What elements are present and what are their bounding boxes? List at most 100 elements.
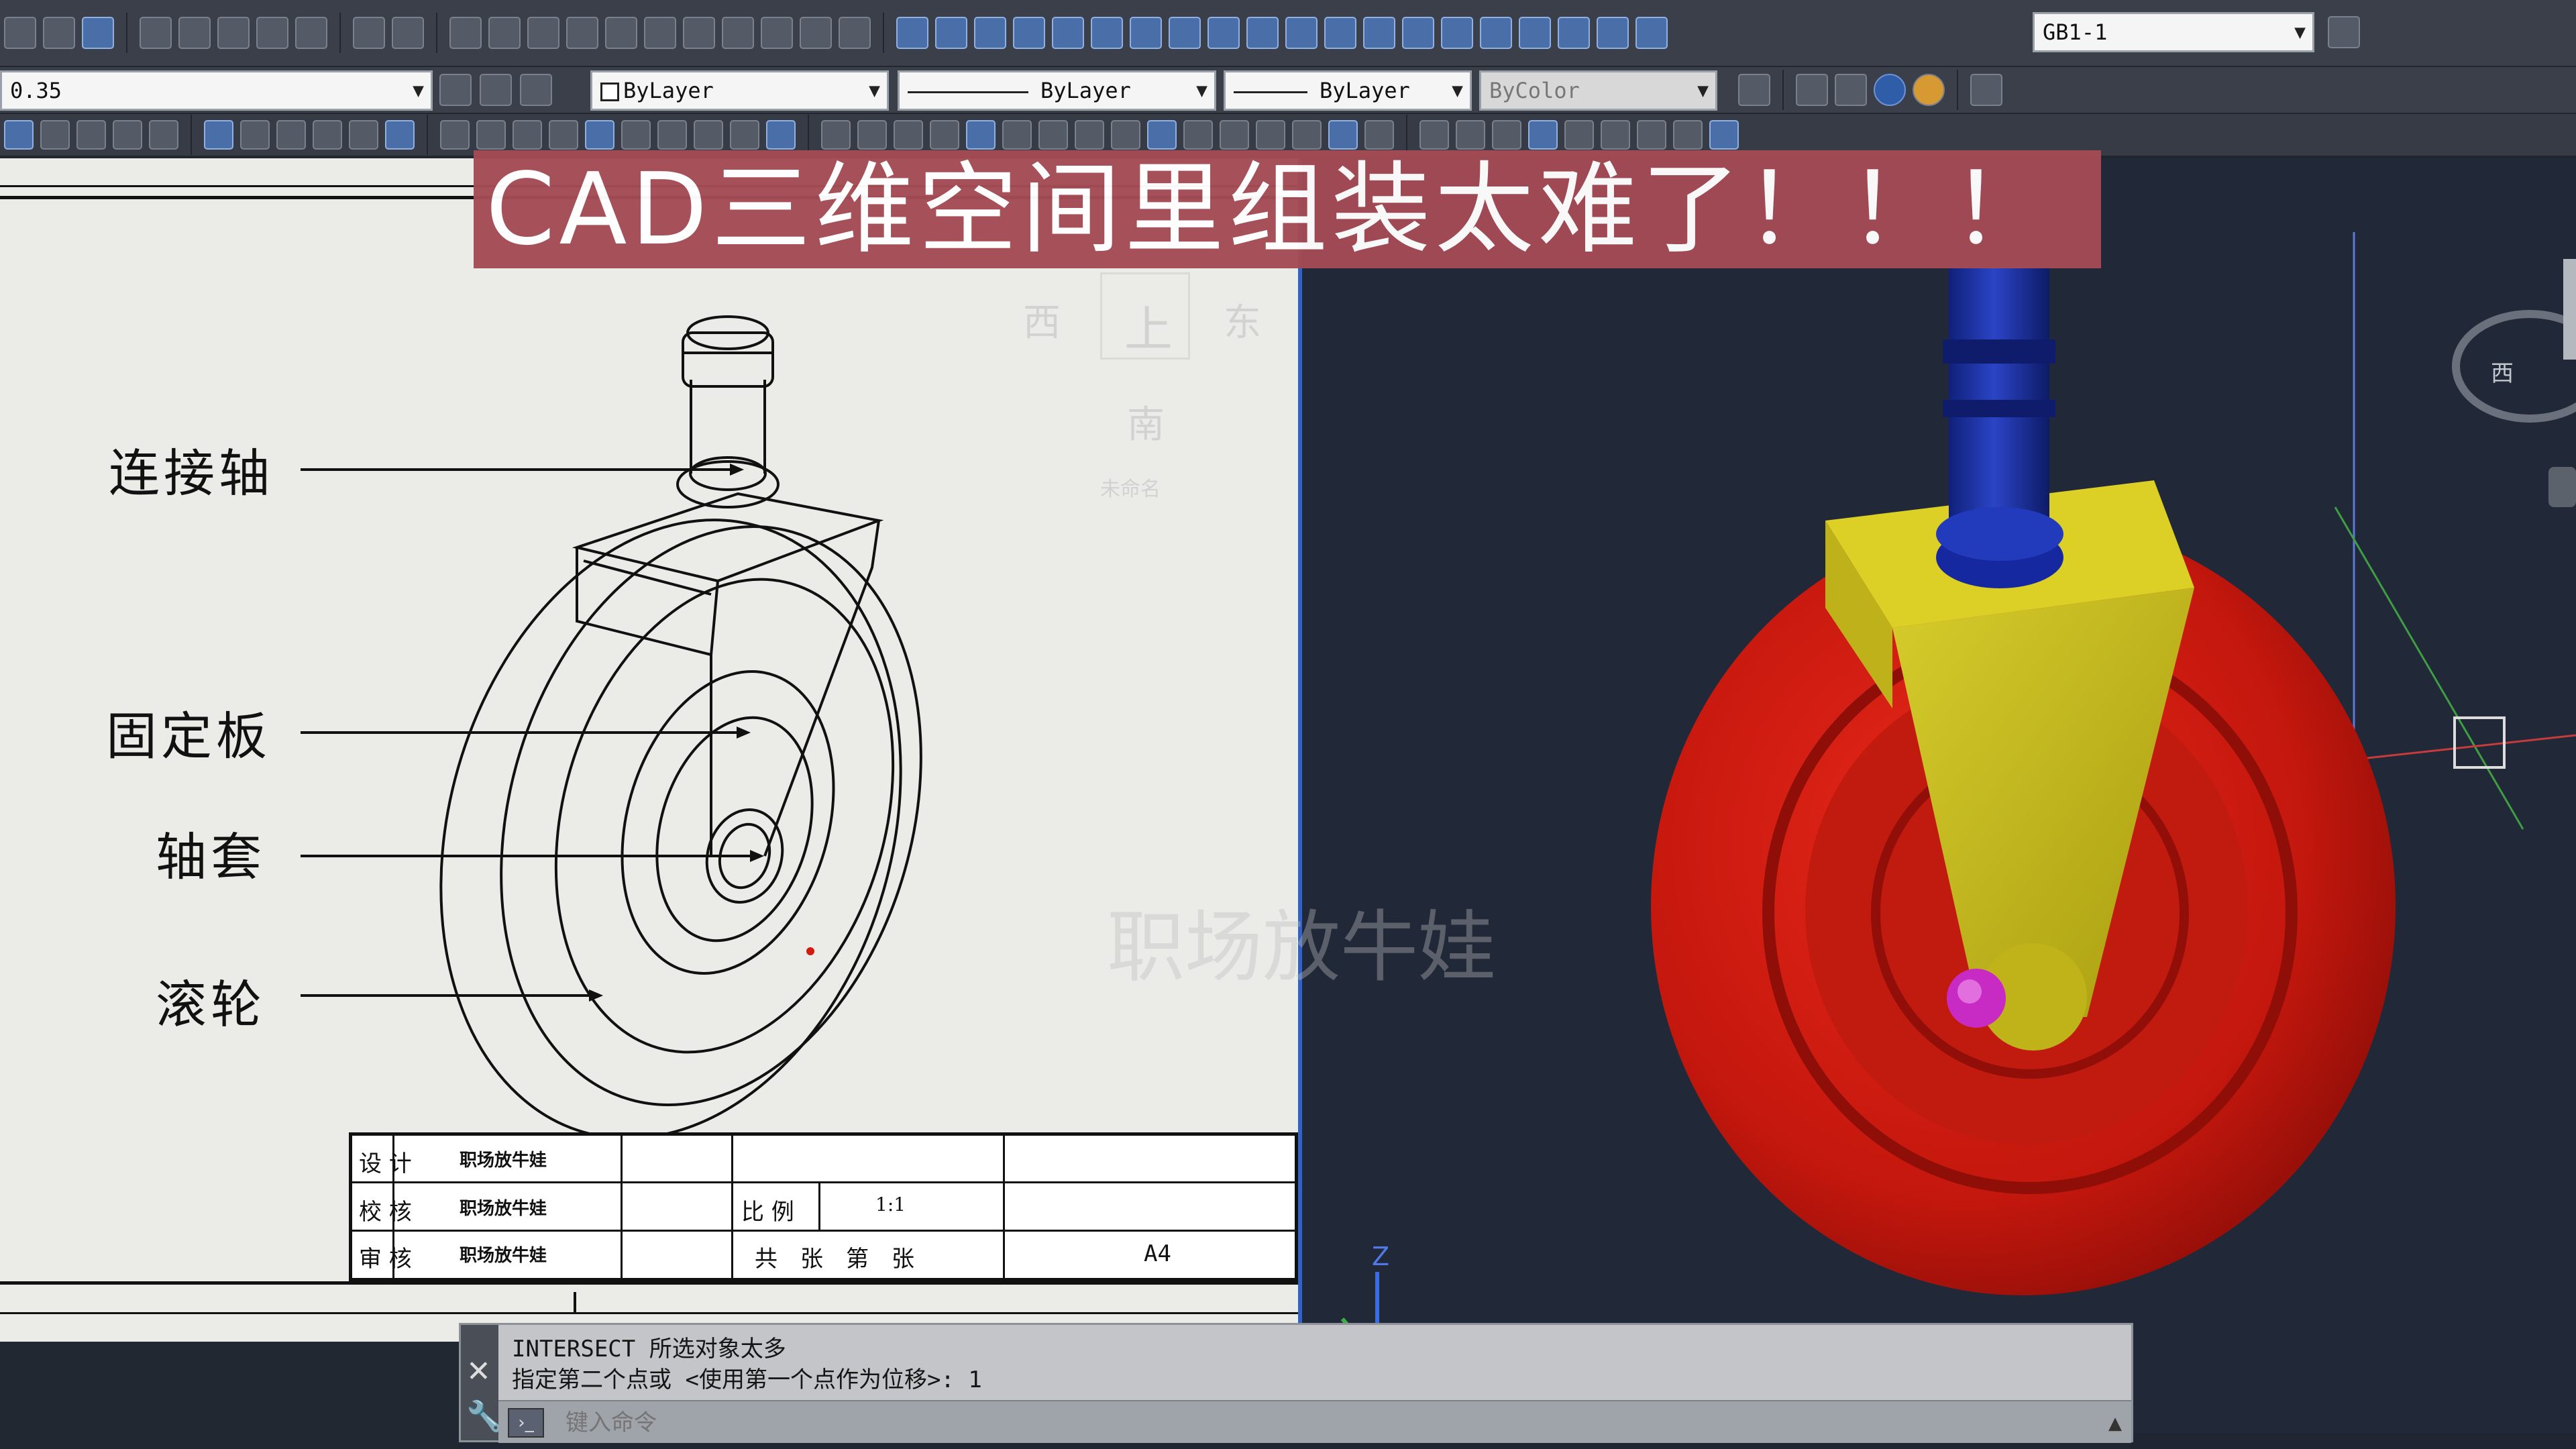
match-properties-icon[interactable] — [295, 17, 327, 49]
chevron-up-icon[interactable]: ▲ — [2108, 1413, 2122, 1434]
cut-icon[interactable] — [140, 17, 172, 49]
redo-icon[interactable] — [392, 17, 424, 49]
wrench-icon[interactable]: 🔧 — [466, 1399, 503, 1434]
slice-icon[interactable] — [585, 120, 614, 150]
inspection-icon[interactable] — [1480, 17, 1512, 49]
tool-palettes-icon[interactable] — [683, 17, 715, 49]
quick-dimension-icon[interactable] — [1208, 17, 1240, 49]
presspull-icon[interactable] — [276, 120, 306, 150]
fillet-edges-icon[interactable] — [1220, 120, 1249, 150]
copy-faces-icon[interactable] — [1147, 120, 1177, 150]
dimstyle-combo[interactable]: GB1-1 ▼ — [2033, 12, 2314, 52]
layer-previous-icon[interactable] — [480, 74, 512, 106]
copy-icon[interactable] — [178, 17, 211, 49]
render-environment-icon[interactable] — [1970, 74, 2002, 106]
plotstyle-combo[interactable]: ByColor ▼ — [1479, 70, 1717, 111]
lineweight-combo[interactable]: 0.35 ▼ — [0, 70, 433, 111]
shell-icon[interactable] — [694, 120, 723, 150]
dimension-space-icon[interactable] — [1324, 17, 1356, 49]
pan-icon[interactable] — [449, 17, 482, 49]
delete-faces-icon[interactable] — [1183, 120, 1213, 150]
paste-block-icon[interactable] — [256, 17, 288, 49]
align-3d-icon[interactable] — [894, 120, 923, 150]
planar-surface-icon[interactable] — [204, 120, 233, 150]
linear-dimension-icon[interactable] — [896, 17, 928, 49]
thicken-icon[interactable] — [621, 120, 651, 150]
paste-icon[interactable] — [217, 17, 250, 49]
baseline-dimension-icon[interactable] — [1246, 17, 1279, 49]
color-faces-icon[interactable] — [1111, 120, 1140, 150]
fly-icon[interactable] — [1637, 120, 1666, 150]
materials-icon[interactable] — [1874, 74, 1906, 106]
undo-icon[interactable] — [353, 17, 385, 49]
realistic-icon[interactable] — [1492, 120, 1521, 150]
dimension-break-icon[interactable] — [1363, 17, 1395, 49]
dimension-edit-icon[interactable] — [1558, 17, 1590, 49]
hide-icon[interactable] — [1738, 74, 1770, 106]
offset-edges-icon[interactable] — [1038, 120, 1068, 150]
convert-solid-icon[interactable] — [1364, 120, 1394, 150]
free-orbit-icon[interactable] — [1709, 120, 1739, 150]
jogged-dimension-icon[interactable] — [1091, 17, 1123, 49]
taper-faces-icon[interactable] — [1075, 120, 1104, 150]
union-icon[interactable] — [440, 120, 470, 150]
box-icon[interactable] — [4, 120, 34, 150]
publish-icon[interactable] — [82, 17, 114, 49]
layer-state-icon[interactable] — [520, 74, 552, 106]
design-center-icon[interactable] — [644, 17, 676, 49]
viewcube-ring[interactable] — [2452, 310, 2576, 423]
orbit-icon[interactable] — [1673, 120, 1703, 150]
rotate-3d-icon[interactable] — [857, 120, 887, 150]
markup-icon[interactable] — [761, 17, 793, 49]
material-browser-icon[interactable] — [1913, 74, 1945, 106]
center-mark-icon[interactable] — [1441, 17, 1473, 49]
command-prompt-icon[interactable]: ›_ — [508, 1408, 544, 1438]
ordinate-dimension-icon[interactable] — [1013, 17, 1045, 49]
clean-icon[interactable] — [766, 120, 796, 150]
model-space-viewport[interactable]: 西 Z × — [1302, 158, 2576, 1433]
intersect-icon[interactable] — [513, 120, 542, 150]
sweep-icon[interactable] — [313, 120, 342, 150]
close-icon[interactable]: ✕ — [466, 1354, 491, 1389]
imprint-icon[interactable] — [657, 120, 687, 150]
layer-properties-icon[interactable] — [439, 74, 472, 106]
properties-icon[interactable] — [605, 17, 637, 49]
subtract-icon[interactable] — [476, 120, 506, 150]
visual-style-icon[interactable] — [1456, 120, 1485, 150]
aligned-dimension-icon[interactable] — [935, 17, 967, 49]
mirror-3d-icon[interactable] — [930, 120, 959, 150]
zoom-previous-icon[interactable] — [566, 17, 598, 49]
zoom-window-icon[interactable] — [527, 17, 559, 49]
chamfer-edges-icon[interactable] — [1256, 120, 1285, 150]
revolve-icon[interactable] — [349, 120, 378, 150]
paper-space-viewport[interactable]: 西 上 东 南 未命名 连接轴 固定板 轴套 滚轮 设 计 校 核 审 核 职场… — [0, 158, 1302, 1342]
color-combo[interactable]: ByLayer ▼ — [590, 70, 889, 111]
cylinder-icon[interactable] — [76, 120, 106, 150]
walk-icon[interactable] — [1601, 120, 1630, 150]
cone-icon[interactable] — [113, 120, 142, 150]
sheet-set-icon[interactable] — [722, 17, 754, 49]
zoom-realtime-icon[interactable] — [488, 17, 521, 49]
loft-icon[interactable] — [385, 120, 415, 150]
angular-dimension-icon[interactable] — [1169, 17, 1201, 49]
navbar-fragment[interactable] — [2548, 467, 2576, 507]
flatshot-icon[interactable] — [1328, 120, 1358, 150]
lineweight-property-combo[interactable]: ByLayer ▼ — [1224, 70, 1472, 111]
dimension-text-edit-icon[interactable] — [1597, 17, 1629, 49]
tolerance-icon[interactable] — [1402, 17, 1434, 49]
linetype-combo[interactable]: ByLayer ▼ — [898, 70, 1216, 111]
array-3d-icon[interactable] — [966, 120, 996, 150]
separate-icon[interactable] — [730, 120, 759, 150]
calculator-icon[interactable] — [800, 17, 832, 49]
render-icon[interactable] — [1796, 74, 1828, 106]
wedge-icon[interactable] — [40, 120, 70, 150]
camera-icon[interactable] — [1564, 120, 1594, 150]
viewcube-box[interactable] — [2563, 259, 2576, 360]
section-plane-icon[interactable] — [1292, 120, 1322, 150]
extrude-icon[interactable] — [240, 120, 270, 150]
lights-icon[interactable] — [1835, 74, 1867, 106]
convert-surface-icon[interactable] — [1419, 120, 1449, 150]
arc-length-icon[interactable] — [974, 17, 1006, 49]
interfere-icon[interactable] — [549, 120, 578, 150]
plot-preview-icon[interactable] — [43, 17, 75, 49]
